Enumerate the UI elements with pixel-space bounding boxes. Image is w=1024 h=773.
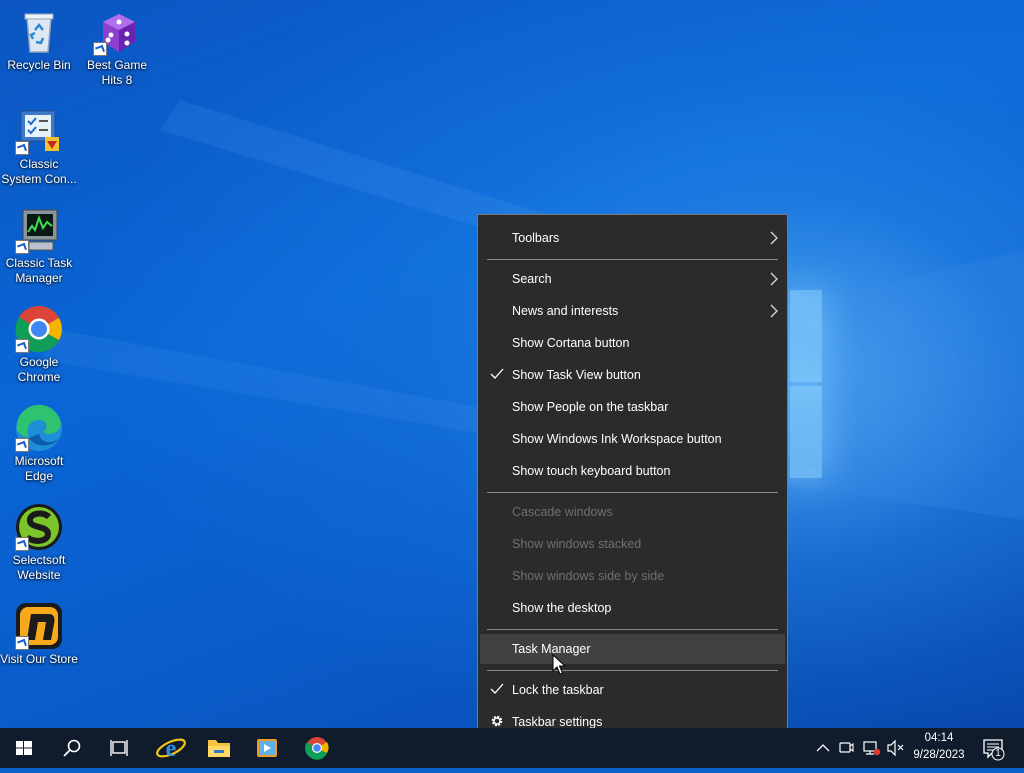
menu-item-show-cortana-button[interactable]: Show Cortana button (480, 328, 785, 358)
taskbar-file-explorer[interactable] (196, 728, 242, 768)
taskbar-context-menu: Toolbars Search News and interests Show … (477, 214, 788, 745)
search-button[interactable] (48, 728, 96, 768)
svg-text:e: e (166, 736, 177, 762)
desktop-icon-classic-system-control[interactable]: Classic System Con... (0, 101, 78, 187)
desktop-icon-best-game-hits[interactable]: Best Game Hits 8 (78, 2, 156, 88)
menu-item-search[interactable]: Search (480, 264, 785, 294)
menu-item-news-and-interests[interactable]: News and interests (480, 296, 785, 326)
menu-item-show-task-view-button[interactable]: Show Task View button (480, 360, 785, 390)
start-icon (16, 741, 32, 755)
chevron-right-icon (770, 272, 778, 286)
task-view-icon (110, 740, 128, 756)
clock-time: 04:14 (924, 732, 954, 744)
menu-item-show-people[interactable]: Show People on the taskbar (480, 392, 785, 422)
volume-muted-icon (887, 739, 904, 757)
desktop-icon-microsoft-edge[interactable]: Microsoft Edge (0, 398, 78, 484)
menu-item-show-windows-stacked: Show windows stacked (512, 537, 642, 551)
selectsoft-icon (15, 503, 63, 551)
menu-item-show-touch-keyboard[interactable]: Show touch keyboard button (480, 456, 785, 486)
desktop-icon-google-chrome[interactable]: Google Chrome (0, 299, 78, 385)
chevron-right-icon (770, 304, 778, 318)
desktop-icon-recycle-bin[interactable]: Recycle Bin (0, 2, 78, 73)
desktop-icon-label: Classic Task Manager (5, 256, 73, 285)
chrome-icon (15, 305, 63, 353)
menu-item-cascade-windows: Cascade windows (512, 505, 613, 519)
task-manager-icon (15, 206, 63, 254)
desktop-icon-label: Classic System Con... (1, 157, 77, 186)
desktop-icon-label: Google Chrome (17, 355, 61, 384)
tray-volume[interactable] (884, 728, 906, 768)
menu-separator (487, 492, 778, 493)
clock-date: 9/28/2023 (913, 749, 965, 761)
checkmark-icon (490, 683, 504, 694)
show-hidden-icons-button[interactable] (814, 728, 832, 768)
menu-item-show-windows-side-by-side: Show windows side by side (512, 569, 665, 583)
menu-item-lock-the-taskbar[interactable]: Lock the taskbar (480, 675, 785, 705)
taskbar-chrome[interactable] (294, 728, 340, 768)
mouse-cursor (552, 654, 566, 675)
menu-item-task-manager[interactable]: Task Manager (480, 634, 785, 664)
recycle-bin-icon (15, 8, 63, 56)
menu-separator (487, 629, 778, 630)
windows-logo-wallpaper (790, 290, 824, 480)
gear-icon (491, 715, 503, 727)
menu-separator (487, 670, 778, 671)
edge-icon (15, 404, 63, 452)
desktop-icon-label: Selectsoft Website (12, 553, 66, 582)
search-icon (63, 739, 81, 757)
chevron-right-icon (770, 231, 778, 245)
action-center-button[interactable]: 1 (978, 728, 1018, 768)
network-icon (863, 741, 881, 756)
internet-explorer-icon: e (156, 736, 186, 762)
chevron-up-icon (816, 744, 830, 752)
task-view-button[interactable] (96, 728, 144, 768)
menu-item-show-windows-ink[interactable]: Show Windows Ink Workspace button (480, 424, 785, 454)
desktop-icon-label: Recycle Bin (7, 58, 71, 72)
control-panel-icon (15, 107, 63, 155)
checkmark-icon (490, 368, 504, 379)
menu-item-toolbars[interactable]: Toolbars (480, 223, 785, 253)
notification-count-badge: 1 (995, 748, 1001, 759)
menu-separator (487, 259, 778, 260)
media-player-icon (257, 739, 277, 757)
tray-network[interactable] (860, 728, 882, 768)
desktop-icon-label: Microsoft Edge (14, 454, 64, 483)
desktop-icon-visit-our-store[interactable]: Visit Our Store (0, 596, 78, 667)
tray-meet-now[interactable] (836, 728, 856, 768)
desktop-icon-selectsoft-website[interactable]: Selectsoft Website (0, 497, 78, 583)
desktop-icon-label: Visit Our Store (0, 652, 78, 666)
menu-item-show-the-desktop[interactable]: Show the desktop (480, 593, 785, 623)
video-camera-icon (839, 742, 854, 753)
desktop-icon-label: Best Game Hits 8 (86, 58, 148, 87)
tray-clock[interactable]: 04:14 9/28/2023 (906, 728, 972, 768)
store-icon (15, 602, 63, 650)
chrome-icon (305, 737, 329, 760)
taskbar-media-player[interactable] (244, 728, 290, 768)
taskbar-internet-explorer[interactable]: e (148, 728, 194, 768)
taskbar[interactable]: e 04:14 9/28/2023 1 (0, 728, 1024, 768)
desktop-icon-classic-task-manager[interactable]: Classic Task Manager (0, 200, 78, 286)
start-button[interactable] (0, 728, 48, 768)
file-explorer-icon (208, 740, 230, 757)
game-dice-icon (93, 8, 141, 56)
